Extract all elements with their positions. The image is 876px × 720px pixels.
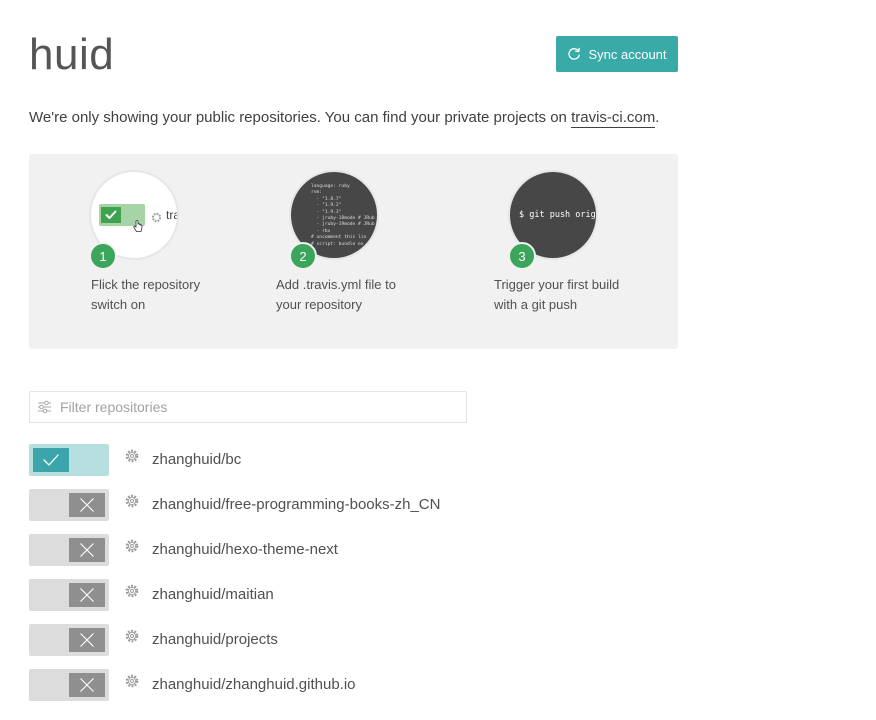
refresh-icon [567,47,581,61]
gear-icon [151,210,162,228]
step-2-badge: 2 [289,242,317,270]
step-3-badge: 3 [508,242,536,270]
mini-repo-text: tra [166,208,179,222]
repo-name[interactable]: zhanghuid/zhanghuid.github.io [152,675,356,695]
x-icon [69,583,105,607]
repo-row: zhanghuid/free-programming-books-zh_CN [29,489,649,521]
gear-icon[interactable] [125,494,139,508]
repo-row: zhanghuid/projects [29,624,649,656]
filter-input[interactable] [60,392,460,422]
gear-icon[interactable] [125,629,139,643]
repo-switch[interactable] [29,534,109,566]
check-icon [33,448,69,472]
step-1-badge: 1 [89,242,117,270]
x-icon [69,493,105,517]
gear-icon[interactable] [125,539,139,553]
repositories-page: huid Sync account We're only showing you… [0,0,876,720]
git-push-command: $ git push origin [519,210,598,220]
repo-row: zhanghuid/zhanghuid.github.io [29,669,649,701]
step-3-text: Trigger your first build with a git push [494,277,620,312]
hand-pointer-icon [133,220,143,238]
notice-text: We're only showing your public repositor… [29,109,572,126]
check-icon [101,207,121,223]
repo-row: zhanghuid/maitian [29,579,649,611]
sync-account-button[interactable]: Sync account [556,36,678,72]
repo-name[interactable]: zhanghuid/hexo-theme-next [152,540,338,560]
repo-row: zhanghuid/bc [29,444,649,476]
notice-trailing: . [655,109,660,126]
travis-yml-code: language: ruby rvm: - "1.8.7" - "1.9.2" … [311,184,375,247]
repo-row: zhanghuid/hexo-theme-next [29,534,649,566]
repo-switch[interactable] [29,624,109,656]
repo-switch[interactable] [29,579,109,611]
repo-name[interactable]: zhanghuid/free-programming-books-zh_CN [152,495,440,515]
page-title: huid [29,30,115,79]
step-1-text: Flick the repository switch on [91,277,201,312]
repo-name[interactable]: zhanghuid/maitian [152,585,274,605]
repo-name[interactable]: zhanghuid/bc [152,450,241,470]
x-icon [69,628,105,652]
x-icon [69,673,105,697]
step-2-text: Add .travis.yml file to your repository [276,277,396,312]
repo-switch[interactable] [29,669,109,701]
getting-started-box: tra 1 Flick the repository switch on lan… [29,154,678,349]
repo-switch[interactable] [29,489,109,521]
filter-repositories-field[interactable] [29,391,467,423]
gear-icon[interactable] [125,674,139,688]
travis-ci-com-link[interactable]: travis-ci.com [571,109,656,128]
repo-switch[interactable] [29,444,109,476]
x-icon [69,538,105,562]
repository-list: zhanghuid/bc zhanghuid/free-programming-… [29,444,649,714]
public-repos-notice: We're only showing your public repositor… [29,108,659,128]
sync-account-label: Sync account [588,46,667,62]
sliders-icon [37,400,52,419]
gear-icon[interactable] [125,584,139,598]
repo-name[interactable]: zhanghuid/projects [152,630,278,650]
gear-icon[interactable] [125,449,139,463]
